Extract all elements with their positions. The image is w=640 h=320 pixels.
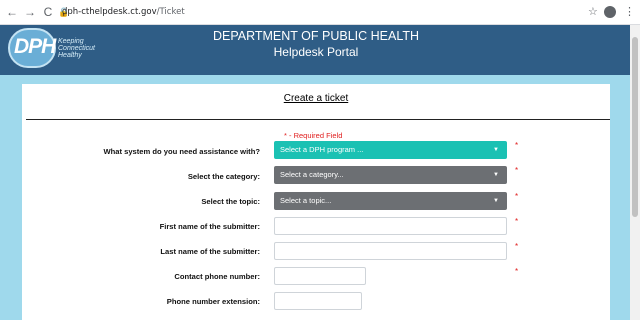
profile-avatar-icon[interactable] [604,6,616,18]
field-label-extension: Phone number extension: [166,297,260,306]
category-select-value: Select a category... [280,170,344,179]
browser-toolbar: ← → C 🔒 dph-cthelpdesk.ct.gov/Ticket ☆ ⋮ [0,0,640,25]
required-asterisk: * [515,166,519,175]
category-select[interactable]: Select a category... ▼ [274,166,507,184]
field-label-first-name: First name of the submitter: [159,222,260,231]
field-label-phone: Contact phone number: [174,272,260,281]
page-subtitle: Helpdesk Portal [273,45,359,59]
last-name-input[interactable] [274,242,507,260]
site-header: DPH Keeping Connecticut Healthy DEPARTME… [0,25,640,75]
system-select-value: Select a DPH program ... [280,145,364,154]
field-label-last-name: Last name of the submitter: [160,247,260,256]
first-name-input[interactable] [274,217,507,235]
field-label-category: Select the category: [187,172,260,181]
title-divider [26,119,610,120]
required-asterisk: * [515,267,519,276]
required-asterisk: * [515,141,519,150]
back-arrow-icon[interactable]: ← [4,4,20,20]
chevron-down-icon: ▼ [493,172,499,178]
required-asterisk: * [515,217,519,226]
browser-menu-icon[interactable]: ⋮ [624,4,635,20]
url-host: dph-cthelpdesk.ct.gov [62,7,157,17]
chevron-down-icon: ▼ [493,198,499,204]
bookmark-star-icon[interactable]: ☆ [588,4,598,20]
forward-arrow-icon[interactable]: → [22,4,38,20]
required-asterisk: * [515,242,519,251]
extension-input[interactable] [274,292,362,310]
field-label-system: What system do you need assistance with? [103,147,260,156]
scrollbar-thumb[interactable] [632,37,638,217]
chevron-down-icon: ▼ [493,147,499,153]
page-title: DEPARTMENT OF PUBLIC HEALTH [212,29,420,43]
required-field-note: * - Required Field [284,131,343,140]
form-title: Create a ticket [283,93,349,104]
required-asterisk: * [515,192,519,201]
url-path: /Ticket [156,7,185,17]
reload-icon[interactable]: C [40,4,56,20]
topic-select[interactable]: Select a topic... ▼ [274,192,507,210]
address-bar[interactable]: dph-cthelpdesk.ct.gov/Ticket [62,3,622,21]
system-select[interactable]: Select a DPH program ... ▼ [274,141,507,159]
page-scrollbar[interactable] [630,25,640,320]
field-label-topic: Select the topic: [201,197,260,206]
phone-input[interactable] [274,267,366,285]
topic-select-value: Select a topic... [280,196,332,205]
